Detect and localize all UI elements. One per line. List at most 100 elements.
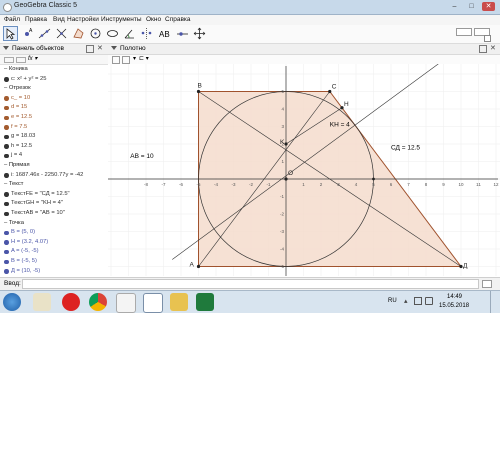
visibility-toggle-icon[interactable]	[4, 249, 9, 255]
menu-file[interactable]: Файл	[4, 15, 20, 25]
collapse-arrow-icon[interactable]	[111, 46, 117, 50]
move-graphics-tool-icon[interactable]	[192, 26, 207, 41]
sort-by-icon[interactable]	[16, 57, 26, 63]
close-button[interactable]: ✕	[482, 2, 495, 11]
algebra-category[interactable]: – Прямая	[0, 162, 104, 170]
visibility-toggle-icon[interactable]	[4, 125, 9, 130]
perpendicular-tool-icon[interactable]	[54, 26, 69, 41]
visibility-toggle-icon[interactable]	[4, 269, 9, 274]
collapse-arrow-icon[interactable]	[3, 46, 9, 50]
label-ab[interactable]: AB = 10	[130, 153, 154, 160]
algebra-category[interactable]: – Точка	[0, 220, 104, 228]
plot-canvas[interactable]: -8 -7 -6 -5 -4 -3 -2 -1 1 2 3 4 5 6 7 8 9 10 11 1254321-1-2…	[108, 64, 500, 276]
point-style-icon[interactable]: ⊏ ▾	[139, 55, 149, 62]
algebra-item[interactable]: Д = (10, -5)	[0, 268, 111, 276]
settings-gear-icon[interactable]	[484, 35, 491, 42]
algebra-category[interactable]: – Коника	[0, 66, 104, 74]
algebra-item[interactable]: f = 7.5	[0, 124, 111, 132]
input-field[interactable]	[22, 279, 479, 289]
visibility-toggle-icon[interactable]	[4, 259, 9, 264]
undo-icon[interactable]	[456, 28, 472, 36]
panel-undock-icon[interactable]	[86, 45, 94, 53]
label-cd[interactable]: СД = 12.5	[391, 144, 420, 151]
panel-close-icon[interactable]: ✕	[97, 44, 103, 52]
algebra-item[interactable]: c: x² + y² = 25	[0, 76, 111, 84]
visibility-toggle-icon[interactable]	[4, 134, 9, 140]
algebra-item[interactable]: ТекстAB = "AB = 10"	[0, 210, 111, 218]
ellipse-tool-icon[interactable]	[105, 26, 120, 41]
minimize-button[interactable]: –	[448, 2, 461, 11]
maximize-button[interactable]: □	[465, 2, 478, 11]
polygon-tool-icon[interactable]	[71, 26, 86, 41]
algebra-item[interactable]: A = (-5, -5)	[0, 248, 111, 256]
network-icon[interactable]	[414, 297, 422, 305]
algebra-item[interactable]: ТекстGH = "KH = 4"	[0, 200, 111, 208]
geogebra-taskbar-icon[interactable]	[143, 293, 163, 313]
algebra-item[interactable]: d = 15	[0, 104, 111, 112]
algebra-item[interactable]: e = 12.5	[0, 114, 111, 122]
slider-tool-icon[interactable]	[175, 26, 190, 41]
firefox-icon[interactable]	[116, 293, 136, 313]
visibility-toggle-icon[interactable]	[4, 77, 9, 82]
visibility-toggle-icon[interactable]	[4, 201, 9, 207]
chrome-icon[interactable]	[89, 293, 107, 311]
point-tool-icon[interactable]: A	[20, 26, 35, 41]
description-mode-icon[interactable]: fx ▾	[28, 55, 37, 62]
opera-icon[interactable]	[62, 293, 80, 311]
algebra-item[interactable]: H = (3.2, 4.07)	[0, 239, 111, 247]
move-tool-icon[interactable]	[3, 26, 18, 41]
panel-close-icon[interactable]: ✕	[490, 44, 496, 52]
algebra-item[interactable]: j = 4	[0, 152, 111, 160]
x-tick-label: -4	[214, 182, 218, 187]
algebra-item[interactable]: c_ = 10	[0, 95, 111, 103]
line-tool-icon[interactable]	[37, 26, 52, 41]
visibility-toggle-icon[interactable]	[4, 153, 9, 159]
menu-settings[interactable]: Настройки	[67, 15, 99, 25]
panel-undock-icon[interactable]	[479, 45, 487, 53]
reflect-tool-icon[interactable]	[139, 26, 154, 41]
clock-date[interactable]: 15.05.2018	[439, 303, 469, 309]
menu-tools[interactable]: Инструменты	[101, 15, 142, 25]
circle-tool-icon[interactable]	[88, 26, 103, 41]
visibility-toggle-icon[interactable]	[4, 115, 9, 120]
explorer-icon[interactable]	[33, 293, 51, 311]
algebra-item[interactable]: i: 1687.46x - 2250.77y = -42	[0, 172, 111, 180]
excel-icon[interactable]	[196, 293, 214, 311]
start-button-icon[interactable]	[3, 293, 21, 311]
algebra-item[interactable]: B = (5, 0)	[0, 229, 111, 237]
visibility-toggle-icon[interactable]	[4, 105, 9, 111]
visibility-toggle-icon[interactable]	[4, 144, 9, 149]
menu-help[interactable]: Справка	[165, 15, 191, 25]
text-tool-icon[interactable]: ABC	[156, 26, 176, 41]
axes-toggle-icon[interactable]	[112, 56, 120, 64]
volume-icon[interactable]	[425, 297, 433, 305]
visibility-toggle-icon[interactable]	[4, 173, 9, 178]
point-capture-icon[interactable]: ▾	[133, 55, 136, 62]
algebra-item[interactable]: B = (-5, 5)	[0, 258, 111, 266]
visibility-toggle-icon[interactable]	[4, 192, 9, 197]
visibility-toggle-icon[interactable]	[4, 96, 9, 101]
grid-toggle-icon[interactable]	[122, 56, 130, 64]
algebra-category[interactable]: – Текст	[0, 181, 104, 189]
auxiliary-objects-icon[interactable]	[4, 57, 14, 63]
menu-view[interactable]: Вид	[53, 15, 65, 25]
tray-arrow-icon[interactable]: ▴	[404, 297, 408, 305]
folder-icon[interactable]	[170, 293, 188, 311]
graphics-view[interactable]: Полотно ✕ ▾ ⊏ ▾ -8 -7 -6 -5 -4 -3 -2 -1 1 2 3 4 5 6 7 8…	[108, 44, 500, 276]
x-tick-label: -8	[144, 182, 148, 187]
menu-edit[interactable]: Правка	[25, 15, 47, 25]
algebra-item[interactable]: ТекстFE = "СД = 12.5"	[0, 191, 111, 199]
visibility-toggle-icon[interactable]	[4, 240, 9, 245]
clock-time[interactable]: 14:49	[447, 294, 462, 300]
keyboard-icon[interactable]	[482, 280, 492, 288]
algebra-item[interactable]: g = 18.03	[0, 133, 111, 141]
show-desktop-button[interactable]	[490, 291, 499, 313]
language-indicator[interactable]: RU	[388, 298, 397, 304]
visibility-toggle-icon[interactable]	[4, 230, 9, 236]
algebra-item[interactable]: h = 12.5	[0, 143, 111, 151]
algebra-category[interactable]: – Отрезок	[0, 85, 104, 93]
label-kh[interactable]: KH = 4	[330, 122, 350, 129]
menu-window[interactable]: Окно	[146, 15, 161, 25]
angle-tool-icon[interactable]	[122, 26, 137, 41]
visibility-toggle-icon[interactable]	[4, 211, 9, 216]
